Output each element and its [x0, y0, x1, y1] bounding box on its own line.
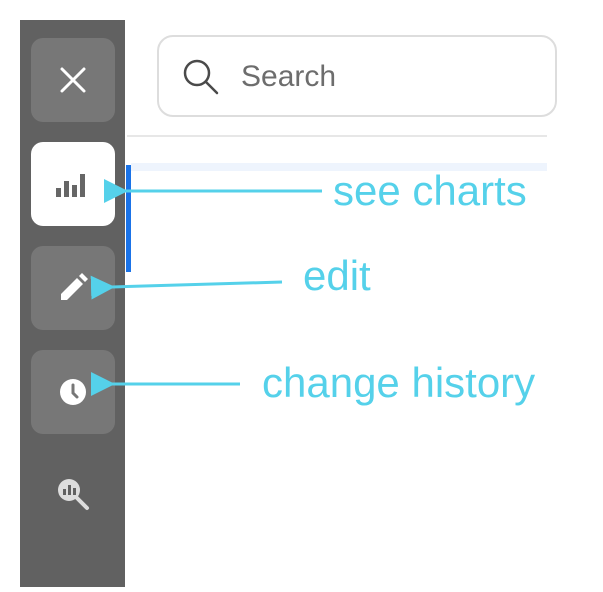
annotation-see-charts: see charts [333, 167, 527, 214]
annotation-change-history: change history [262, 359, 536, 406]
annotation-edit: edit [303, 252, 371, 299]
annotation-arrows [90, 179, 322, 396]
arrow-edit [90, 275, 283, 300]
